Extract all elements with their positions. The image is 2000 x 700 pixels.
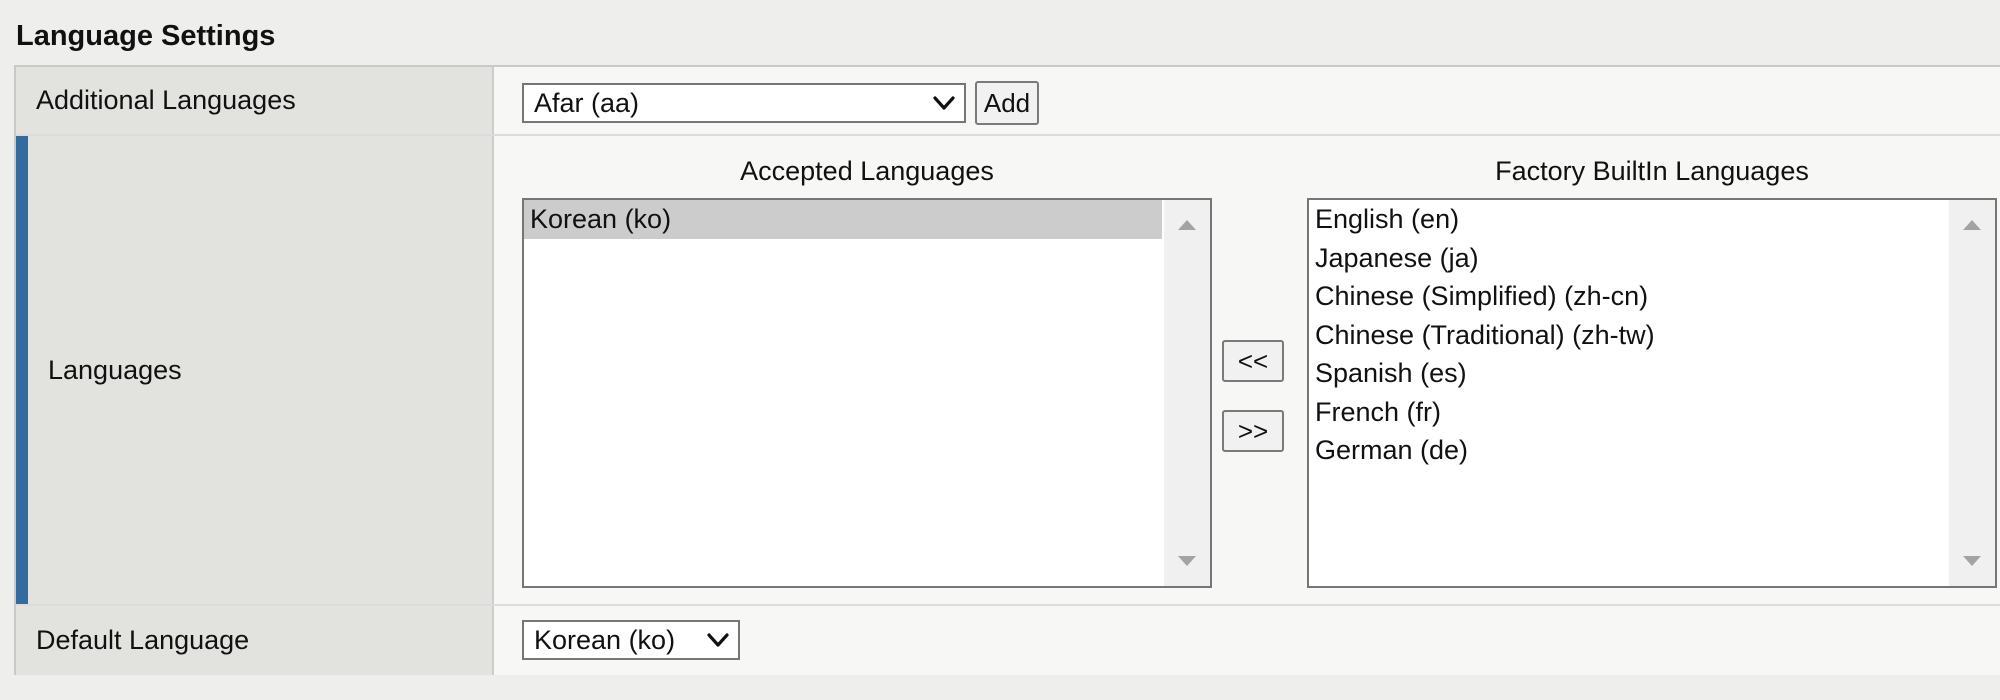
scroll-down-icon[interactable]: [1963, 556, 1981, 566]
accepted-languages-scrollbar[interactable]: [1164, 200, 1210, 586]
additional-languages-row: Additional Languages Afar (aa) Add: [16, 67, 2000, 136]
language-settings-panel: Additional Languages Afar (aa) Add Langu…: [14, 65, 2000, 675]
section-title: Language Settings: [16, 20, 276, 52]
accepted-languages-items: Korean (ko): [524, 200, 1162, 586]
factory-languages-scrollbar[interactable]: [1949, 200, 1995, 586]
factory-language-option[interactable]: English (en): [1309, 200, 1947, 239]
factory-language-option[interactable]: Chinese (Simplified) (zh-cn): [1309, 277, 1947, 316]
accepted-language-option[interactable]: Korean (ko): [524, 200, 1162, 239]
scroll-up-icon[interactable]: [1963, 220, 1981, 230]
additional-languages-selected: Afar (aa): [534, 87, 640, 118]
languages-label: Languages: [16, 136, 494, 604]
additional-languages-select[interactable]: Afar (aa): [522, 83, 966, 123]
factory-language-option[interactable]: Japanese (ja): [1309, 239, 1947, 278]
accepted-languages-caption: Accepted Languages: [740, 156, 994, 186]
scroll-up-icon[interactable]: [1178, 220, 1196, 230]
move-left-button[interactable]: <<: [1222, 340, 1284, 382]
factory-language-option[interactable]: Spanish (es): [1309, 354, 1947, 393]
languages-value: Accepted Languages Korean (ko) << >> Fac…: [494, 136, 2000, 604]
additional-languages-label: Additional Languages: [16, 67, 494, 134]
factory-languages-caption: Factory BuiltIn Languages: [1495, 156, 1809, 186]
factory-languages-list[interactable]: English (en) Japanese (ja) Chinese (Simpli…: [1307, 198, 1997, 588]
default-language-value: Korean (ko): [494, 606, 2000, 675]
factory-languages-items: English (en) Japanese (ja) Chinese (Simpli…: [1309, 200, 1947, 586]
move-right-button[interactable]: >>: [1222, 410, 1284, 452]
default-language-label: Default Language: [16, 606, 494, 675]
chevron-down-icon: [707, 633, 729, 647]
default-language-selected: Korean (ko): [534, 624, 676, 655]
chevron-down-icon: [933, 96, 955, 110]
accepted-languages-list[interactable]: Korean (ko): [522, 198, 1212, 588]
additional-languages-value: Afar (aa) Add: [494, 67, 2000, 134]
add-language-button[interactable]: Add: [975, 81, 1039, 125]
factory-language-option[interactable]: French (fr): [1309, 393, 1947, 432]
default-language-select[interactable]: Korean (ko): [522, 620, 740, 660]
languages-row: Languages Accepted Languages Korean (ko)…: [16, 136, 2000, 606]
factory-language-option[interactable]: German (de): [1309, 431, 1947, 470]
scroll-down-icon[interactable]: [1178, 556, 1196, 566]
default-language-row: Default Language Korean (ko): [16, 606, 2000, 675]
factory-language-option[interactable]: Chinese (Traditional) (zh-tw): [1309, 316, 1947, 355]
